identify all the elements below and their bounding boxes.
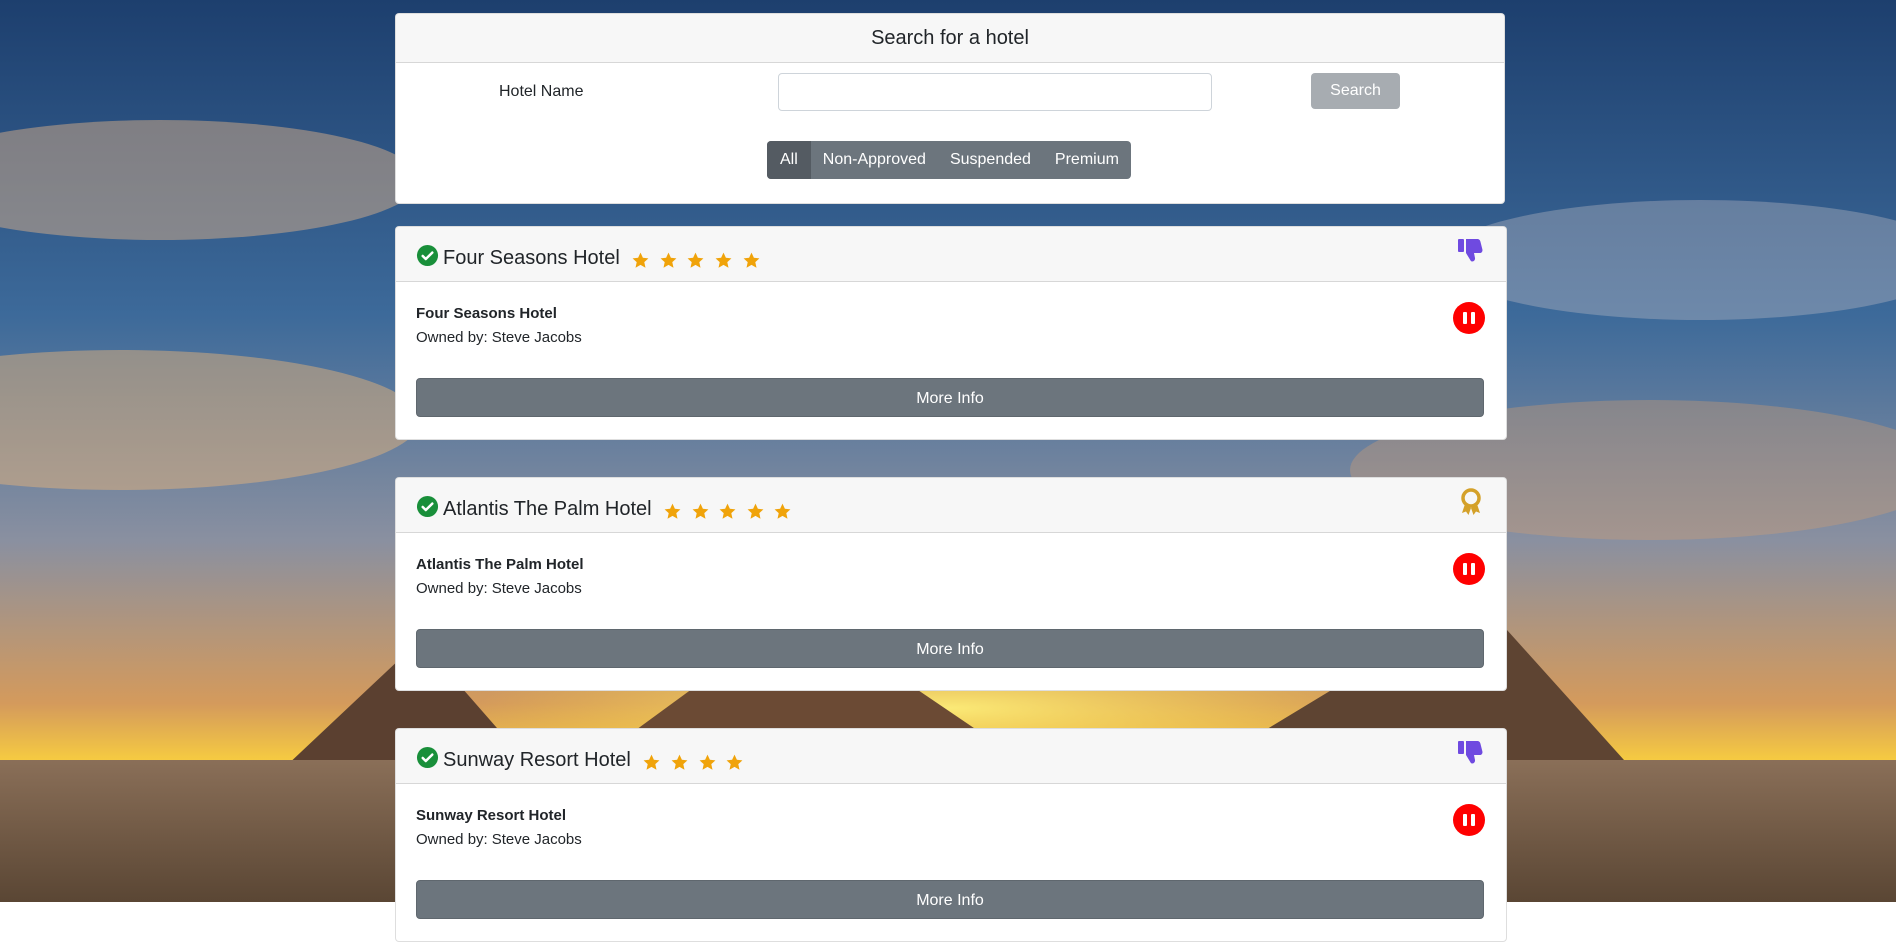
hotel-name-input[interactable]: [778, 73, 1212, 111]
search-button[interactable]: Search: [1311, 73, 1400, 109]
star-icon: [692, 503, 709, 519]
owner-name: Steve Jacobs: [491, 831, 582, 848]
hotel-title: Atlantis The Palm Hotel: [443, 498, 652, 520]
star-icon: [664, 503, 681, 519]
approved-check-icon: [416, 746, 439, 769]
star-rating: [663, 500, 795, 523]
star-icon: [719, 503, 736, 519]
more-info-button[interactable]: More Info: [416, 629, 1484, 668]
hotel-card: Atlantis The Palm Hotel Atlantis The Pal…: [395, 477, 1507, 691]
hotel-name: Four Seasons Hotel: [416, 305, 557, 322]
hotel-card-body: Sunway Resort Hotel Owned by: Steve Jacob…: [396, 784, 1506, 941]
suspend-button[interactable]: [1453, 302, 1485, 334]
filter-button-group: All Non-Approved Suspended Premium: [767, 141, 1131, 179]
hotel-card-header: Four Seasons Hotel: [396, 227, 1506, 282]
star-icon: [747, 503, 764, 519]
hotel-title: Sunway Resort Hotel: [443, 749, 631, 771]
premium-ribbon-icon: [1461, 488, 1481, 515]
hotel-owner: Owned by: Steve Jacobs: [416, 831, 582, 848]
thumbs-down-icon[interactable]: [1456, 236, 1486, 266]
hotel-title: Four Seasons Hotel: [443, 247, 620, 269]
owned-by-label: Owned by:: [416, 831, 488, 848]
more-info-button[interactable]: More Info: [416, 378, 1484, 417]
owner-name: Steve Jacobs: [491, 580, 582, 597]
filter-premium-button[interactable]: Premium: [1043, 141, 1131, 179]
hotel-card: Sunway Resort Hotel Sunway Resort Hotel …: [395, 728, 1507, 942]
star-icon: [644, 754, 660, 770]
star-icon: [699, 754, 715, 770]
star-icon: [660, 252, 677, 268]
hotel-card-body: Atlantis The Palm Hotel Owned by: Steve J…: [396, 533, 1506, 690]
approved-check-icon: [416, 495, 439, 518]
hotel-name-label: Hotel Name: [499, 83, 584, 100]
owned-by-label: Owned by:: [416, 580, 488, 597]
thumbs-down-icon[interactable]: [1456, 738, 1486, 768]
star-icon: [688, 252, 704, 268]
star-rating: [642, 751, 747, 774]
suspend-button[interactable]: [1453, 553, 1485, 585]
search-panel: Search for a hotel Hotel Name Search All…: [395, 13, 1505, 204]
owner-name: Steve Jacobs: [491, 329, 582, 346]
star-icon: [726, 754, 743, 770]
filter-suspended-button[interactable]: Suspended: [938, 141, 1043, 179]
search-title: Search for a hotel: [396, 14, 1504, 63]
owned-by-label: Owned by:: [416, 329, 488, 346]
star-icon: [715, 252, 732, 268]
suspend-button[interactable]: [1453, 804, 1485, 836]
star-icon: [671, 754, 688, 770]
hotel-owner: Owned by: Steve Jacobs: [416, 329, 582, 346]
approved-check-icon: [416, 244, 439, 267]
star-icon: [743, 252, 759, 268]
star-icon: [775, 503, 791, 519]
hotel-owner: Owned by: Steve Jacobs: [416, 580, 582, 597]
hotel-name: Atlantis The Palm Hotel: [416, 556, 584, 573]
star-rating: [631, 249, 763, 272]
filter-all-button[interactable]: All: [767, 141, 811, 179]
hotel-card-body: Four Seasons Hotel Owned by: Steve Jacobs…: [396, 282, 1506, 439]
star-icon: [632, 252, 649, 268]
filter-non-approved-button[interactable]: Non-Approved: [811, 141, 938, 179]
search-form: Hotel Name Search All Non-Approved Suspe…: [396, 63, 1504, 203]
hotel-card: Four Seasons Hotel Four Seasons Hotel Ow…: [395, 226, 1507, 440]
hotel-card-header: Atlantis The Palm Hotel: [396, 478, 1506, 533]
hotel-name: Sunway Resort Hotel: [416, 807, 567, 824]
hotel-card-header: Sunway Resort Hotel: [396, 729, 1506, 784]
more-info-button[interactable]: More Info: [416, 880, 1484, 919]
